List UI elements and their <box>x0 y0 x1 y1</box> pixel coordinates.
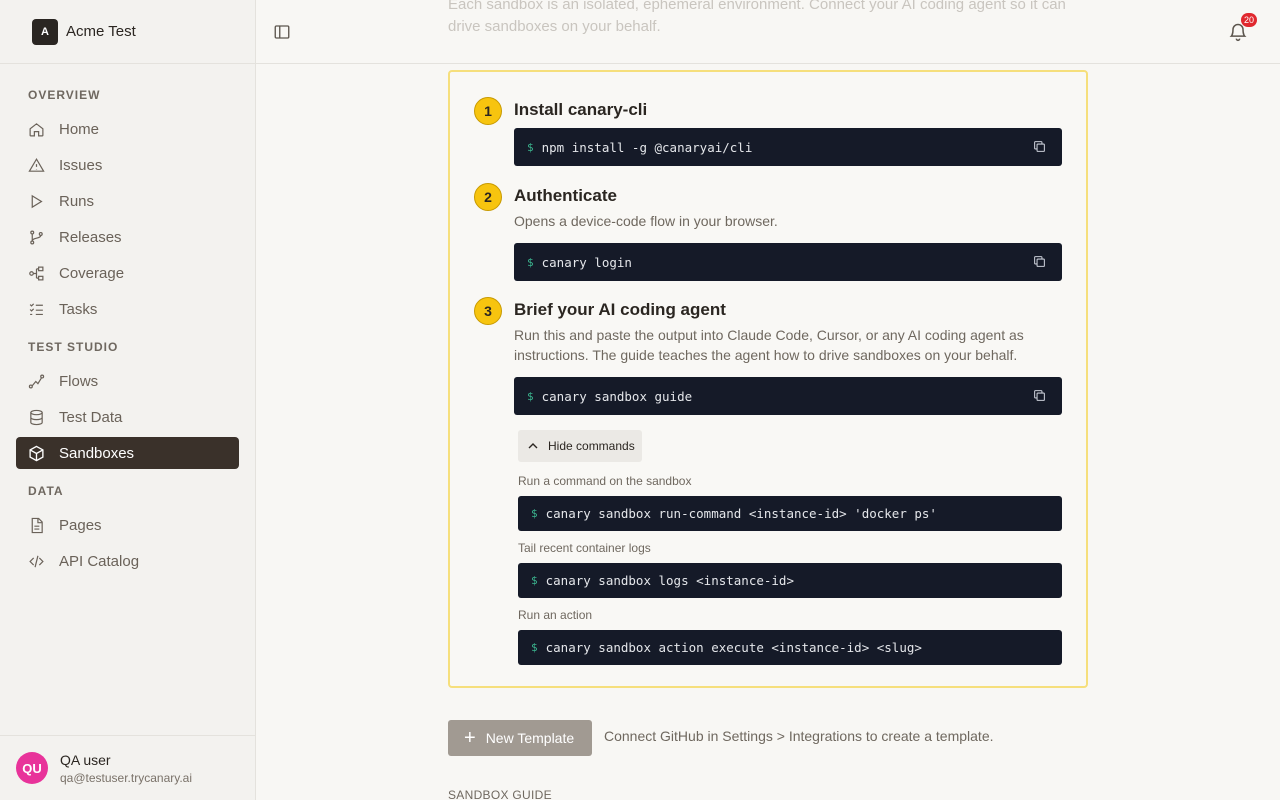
prompt-symbol: $ <box>527 255 534 269</box>
user-email: qa@testuser.trycanary.ai <box>60 770 193 785</box>
sandbox-guide-heading: SANDBOX GUIDE <box>448 788 552 800</box>
user-menu[interactable]: QU QA user qa@testuser.trycanary.ai <box>0 735 255 800</box>
command-text: npm install -g @canaryai/cli <box>541 139 753 155</box>
copy-icon[interactable] <box>1033 389 1046 402</box>
nav-section-overview: OVERVIEW <box>28 88 101 102</box>
sidebar-item-label: Coverage <box>59 264 125 282</box>
new-template-label: New Template <box>485 730 575 746</box>
warning-icon <box>28 157 45 172</box>
command-block: $ canary sandbox action execute <instanc… <box>518 630 1062 665</box>
hide-commands-button[interactable]: Hide commands <box>518 430 642 462</box>
step-title: Install canary-cli <box>514 100 648 119</box>
sidebar-item-releases[interactable]: Releases <box>16 221 239 253</box>
command-text: canary login <box>541 254 632 270</box>
scrolled-intro-text: Each sandbox is an isolated, ephemeral e… <box>448 0 1066 34</box>
sidebar-item-runs[interactable]: Runs <box>16 185 239 217</box>
sidebar-item-home[interactable]: Home <box>16 113 239 145</box>
setup-card: 1 Install canary-cli $ npm install -g @c… <box>448 70 1088 688</box>
step-description: Opens a device-code flow in your browser… <box>514 213 778 229</box>
command-text: canary sandbox action execute <instance-… <box>545 640 922 655</box>
command-text: canary sandbox logs <instance-id> <box>545 573 794 588</box>
code-icon <box>29 555 44 567</box>
user-name: QA user <box>60 751 111 768</box>
command-label: Run a command on the sandbox <box>518 474 692 488</box>
command-block: $ canary login <box>514 243 1062 281</box>
command-block: $ canary sandbox logs <instance-id> <box>518 563 1062 598</box>
sidebar-item-coverage[interactable]: Coverage <box>16 257 239 289</box>
sidebar-item-label: Test Data <box>59 408 123 426</box>
command-block: $ npm install -g @canaryai/cli <box>514 128 1062 166</box>
step-number: 2 <box>474 183 502 211</box>
sidebar-item-label: Home <box>59 120 100 138</box>
prompt-symbol: $ <box>531 641 538 654</box>
avatar: QU <box>16 752 48 784</box>
document-icon <box>31 517 43 533</box>
command-block: $ canary sandbox run-command <instance-i… <box>518 496 1062 531</box>
sidebar-item-label: Tasks <box>59 300 98 318</box>
github-connect-note: Connect GitHub in Settings > Integration… <box>604 728 994 744</box>
sidebar-item-sandboxes[interactable]: Sandboxes <box>16 437 239 469</box>
sidebar-item-tasks[interactable]: Tasks <box>16 293 239 325</box>
step-number: 3 <box>474 297 502 325</box>
copy-icon[interactable] <box>1033 140 1046 153</box>
sidebar-item-label: Releases <box>59 228 122 246</box>
sidebar-item-issues[interactable]: Issues <box>16 149 239 181</box>
sidebar: A Acme Test OVERVIEW Home Issues Runs Re… <box>0 0 256 800</box>
extra-command-action: Run an action $ canary sandbox action ex… <box>518 608 1062 665</box>
home-icon <box>29 122 44 136</box>
notification-badge: 20 <box>1241 13 1258 27</box>
sidebar-item-label: API Catalog <box>59 552 140 570</box>
step-description: Run this and paste the output into Claud… <box>514 327 1024 363</box>
step-number: 1 <box>474 97 502 125</box>
nav-section-test-studio: TEST STUDIO <box>28 340 119 354</box>
extra-command-run: Run a command on the sandbox $ canary sa… <box>518 474 1062 531</box>
step-title: Authenticate <box>514 186 617 205</box>
database-icon <box>30 409 43 425</box>
plus-icon: + <box>464 727 476 749</box>
cube-icon <box>29 445 44 461</box>
workspace-logo: A <box>32 18 58 45</box>
sidebar-item-test-data[interactable]: Test Data <box>16 401 239 433</box>
chevron-up-icon <box>528 443 538 449</box>
command-label: Tail recent container logs <box>518 541 651 555</box>
sidebar-item-label: Runs <box>59 192 95 210</box>
nodes-icon <box>29 266 44 280</box>
sidebar-item-flows[interactable]: Flows <box>16 365 239 397</box>
sidebar-item-pages[interactable]: Pages <box>16 509 239 541</box>
branch-icon <box>30 230 43 244</box>
prompt-symbol: $ <box>531 574 538 587</box>
checklist-icon <box>29 302 43 315</box>
sidebar-item-api-catalog[interactable]: API Catalog <box>16 545 239 577</box>
command-text: canary sandbox run-command <instance-id>… <box>545 506 937 521</box>
command-text: canary sandbox guide <box>541 388 693 404</box>
nav-section-data: DATA <box>28 484 64 498</box>
new-template-button[interactable]: + New Template <box>448 720 592 756</box>
sidebar-item-label: Flows <box>59 372 99 390</box>
sidebar-toggle-icon[interactable] <box>273 23 291 41</box>
prompt-symbol: $ <box>531 507 538 520</box>
copy-icon[interactable] <box>1033 255 1046 268</box>
command-label: Run an action <box>518 608 593 622</box>
workspace-switcher[interactable]: A Acme Test <box>0 0 255 64</box>
sidebar-item-label: Sandboxes <box>59 444 135 462</box>
hide-commands-label: Hide commands <box>548 439 635 453</box>
sidebar-item-label: Issues <box>59 156 103 174</box>
top-bar: Each sandbox is an isolated, ephemeral e… <box>256 0 1280 64</box>
workspace-name: Acme Test <box>66 23 136 40</box>
sidebar-item-label: Pages <box>59 516 102 534</box>
prompt-symbol: $ <box>527 389 534 403</box>
play-icon <box>31 194 43 208</box>
flow-icon <box>28 374 45 388</box>
command-block: $ canary sandbox guide <box>514 377 1062 415</box>
prompt-symbol: $ <box>527 140 534 154</box>
extra-command-logs: Tail recent container logs $ canary sand… <box>518 541 1062 598</box>
step-title: Brief your AI coding agent <box>514 300 726 319</box>
